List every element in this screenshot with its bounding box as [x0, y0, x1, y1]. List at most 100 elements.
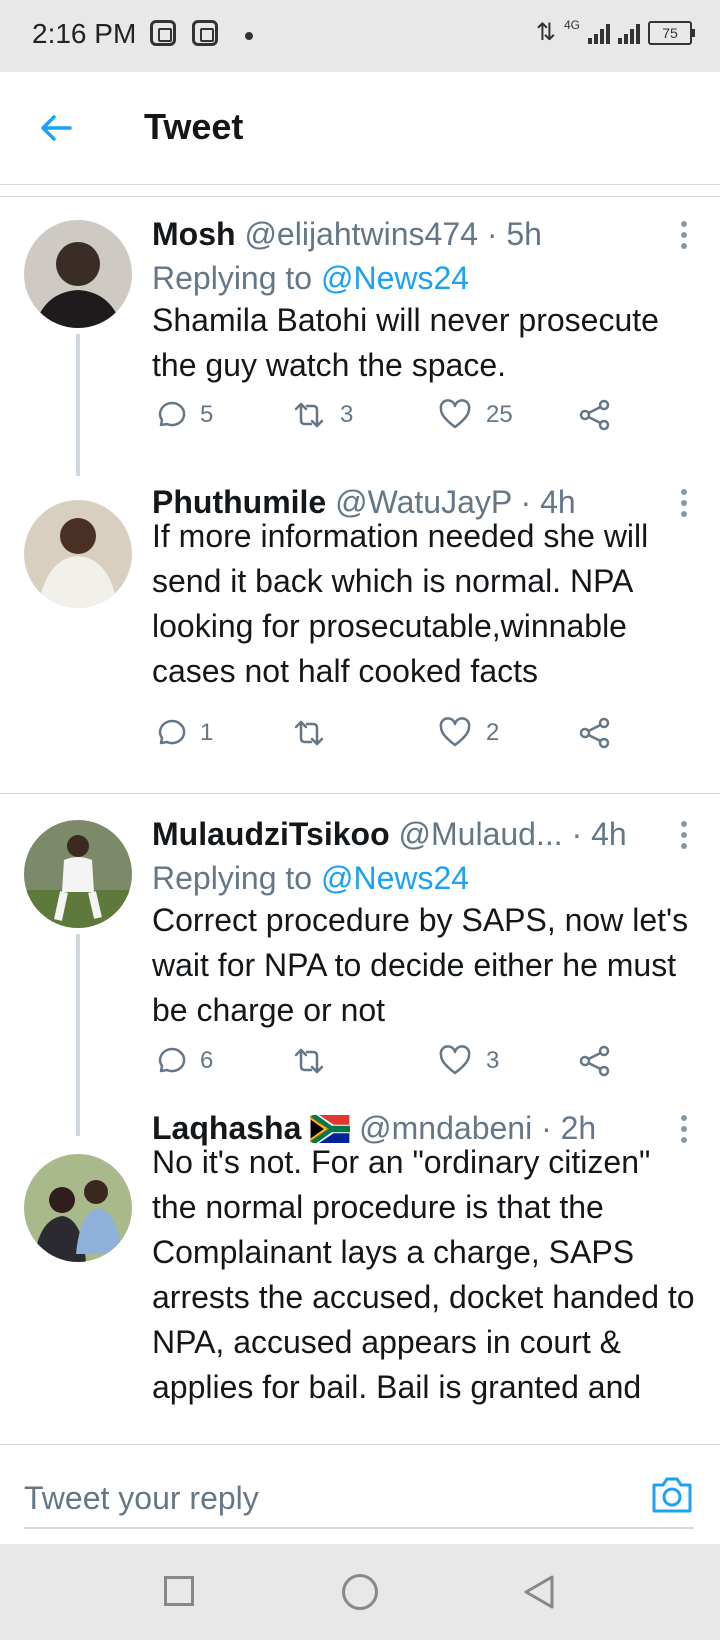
more-vertical-icon-dot — [681, 1126, 687, 1132]
replying-to-label: Replying to — [152, 860, 321, 896]
tweet-actions: 1 2 — [152, 716, 632, 756]
tweet-time: · 4h — [571, 816, 627, 852]
tweet-header: MulaudziTsikoo @Mulaud... · 4h — [152, 816, 627, 853]
like-count: 2 — [486, 719, 500, 746]
top-app-bar: Tweet — [0, 72, 720, 185]
share-icon — [579, 399, 610, 431]
avatar[interactable] — [24, 820, 132, 928]
home-button[interactable] — [342, 1574, 378, 1610]
reply-composer — [0, 1444, 720, 1545]
thread-line — [76, 334, 80, 476]
avatar-image — [24, 820, 132, 928]
system-back-button[interactable] — [522, 1574, 556, 1610]
data-transfer-icon: ⇅ — [535, 19, 556, 46]
recents-button[interactable] — [164, 1576, 194, 1606]
reply-count: 1 — [200, 719, 214, 746]
south-africa-flag-icon — [310, 1113, 352, 1145]
author-name[interactable]: MulaudziTsikoo — [152, 816, 390, 852]
retweet-icon — [294, 402, 324, 428]
author-handle[interactable]: @elijahtwins474 — [244, 216, 478, 252]
retweet-icon — [294, 720, 324, 746]
signal-icon — [618, 22, 640, 44]
reply-button[interactable]: 5 — [152, 398, 213, 432]
retweet-button[interactable] — [292, 716, 340, 750]
tweet-actions: 5 3 25 — [152, 398, 632, 438]
like-button[interactable]: 3 — [438, 1044, 499, 1078]
tweet-item[interactable]: Mosh @elijahtwins474 · 5h Replying to @N… — [0, 198, 720, 790]
avatar-image — [24, 500, 132, 608]
reply-button[interactable]: 1 — [152, 716, 213, 750]
share-button[interactable] — [578, 398, 612, 432]
avatar[interactable] — [24, 500, 132, 608]
thread-line — [76, 934, 80, 1136]
app-notification-icon — [192, 20, 218, 46]
more-vertical-icon-dot — [681, 243, 687, 249]
reply-icon — [158, 719, 186, 745]
author-handle[interactable]: @Mulaud... — [399, 816, 563, 852]
share-button[interactable] — [578, 716, 612, 750]
like-count: 3 — [486, 1047, 500, 1074]
avatar[interactable] — [24, 1154, 132, 1262]
triangle-back-icon — [524, 1575, 554, 1609]
reply-button[interactable]: 6 — [152, 1044, 213, 1078]
like-button[interactable]: 2 — [438, 716, 499, 750]
share-icon — [579, 717, 610, 749]
status-time: 2:16 PM — [32, 18, 137, 49]
retweet-icon — [294, 1048, 324, 1074]
more-options-button[interactable] — [678, 818, 690, 854]
more-vertical-icon — [681, 221, 687, 227]
replying-to-link[interactable]: @News24 — [321, 860, 469, 896]
more-vertical-icon — [681, 1115, 687, 1121]
more-vertical-icon — [681, 489, 687, 495]
more-notifications-icon — [245, 32, 253, 40]
replying-to-link[interactable]: @News24 — [321, 260, 469, 296]
camera-button[interactable] — [650, 1475, 694, 1515]
more-vertical-icon — [681, 821, 687, 827]
more-vertical-icon-dot — [681, 843, 687, 849]
reply-count: 6 — [200, 1047, 214, 1074]
heart-icon — [439, 1045, 471, 1075]
camera-icon — [652, 1477, 692, 1513]
divider — [0, 196, 720, 197]
retweet-count: 3 — [340, 401, 354, 428]
avatar-image — [24, 1154, 132, 1262]
replying-to-label: Replying to — [152, 260, 321, 296]
author-name[interactable]: Mosh — [152, 216, 236, 252]
avatar-image — [24, 220, 132, 328]
page-title: Tweet — [144, 106, 244, 147]
more-vertical-icon-dot — [681, 232, 687, 238]
more-vertical-icon-dot — [681, 832, 687, 838]
heart-icon — [439, 717, 471, 747]
tweet-time: · 5h — [486, 216, 542, 252]
retweet-button[interactable] — [292, 1044, 340, 1078]
network-label: 4G — [563, 18, 580, 32]
battery-icon: 75 — [648, 20, 695, 45]
back-button[interactable] — [36, 108, 76, 148]
status-bar: 2:16 PM ⇅ 4G 75 — [0, 0, 720, 72]
app-notification-icon — [150, 20, 176, 46]
replying-to: Replying to @News24 — [152, 260, 469, 297]
heart-icon — [439, 399, 471, 429]
replying-to: Replying to @News24 — [152, 860, 469, 897]
share-icon — [579, 1045, 610, 1077]
avatar[interactable] — [24, 220, 132, 328]
like-button[interactable]: 25 — [438, 398, 513, 432]
signal-icon — [588, 22, 610, 44]
reply-input[interactable] — [24, 1469, 694, 1529]
status-icons: ⇅ 4G 75 — [535, 18, 695, 47]
system-nav-bar — [0, 1544, 720, 1640]
tweet-actions: 6 3 — [152, 1044, 632, 1084]
retweet-button[interactable]: 3 — [292, 398, 353, 432]
more-options-button[interactable] — [678, 218, 690, 254]
like-count: 25 — [486, 401, 513, 428]
battery-level: 75 — [662, 24, 678, 41]
reply-icon — [158, 1047, 186, 1073]
reply-count: 5 — [200, 401, 214, 428]
tweet-item[interactable]: MulaudziTsikoo @Mulaud... · 4h Replying … — [0, 794, 720, 1434]
tweet-text: Correct procedure by SAPS, now let's wai… — [152, 902, 689, 1028]
reply-icon — [158, 401, 186, 427]
tweet-header: Mosh @elijahtwins474 · 5h — [152, 216, 542, 253]
tweet-text: If more information needed she will send… — [152, 518, 649, 689]
share-button[interactable] — [578, 1044, 612, 1078]
arrow-left-icon — [41, 115, 72, 141]
